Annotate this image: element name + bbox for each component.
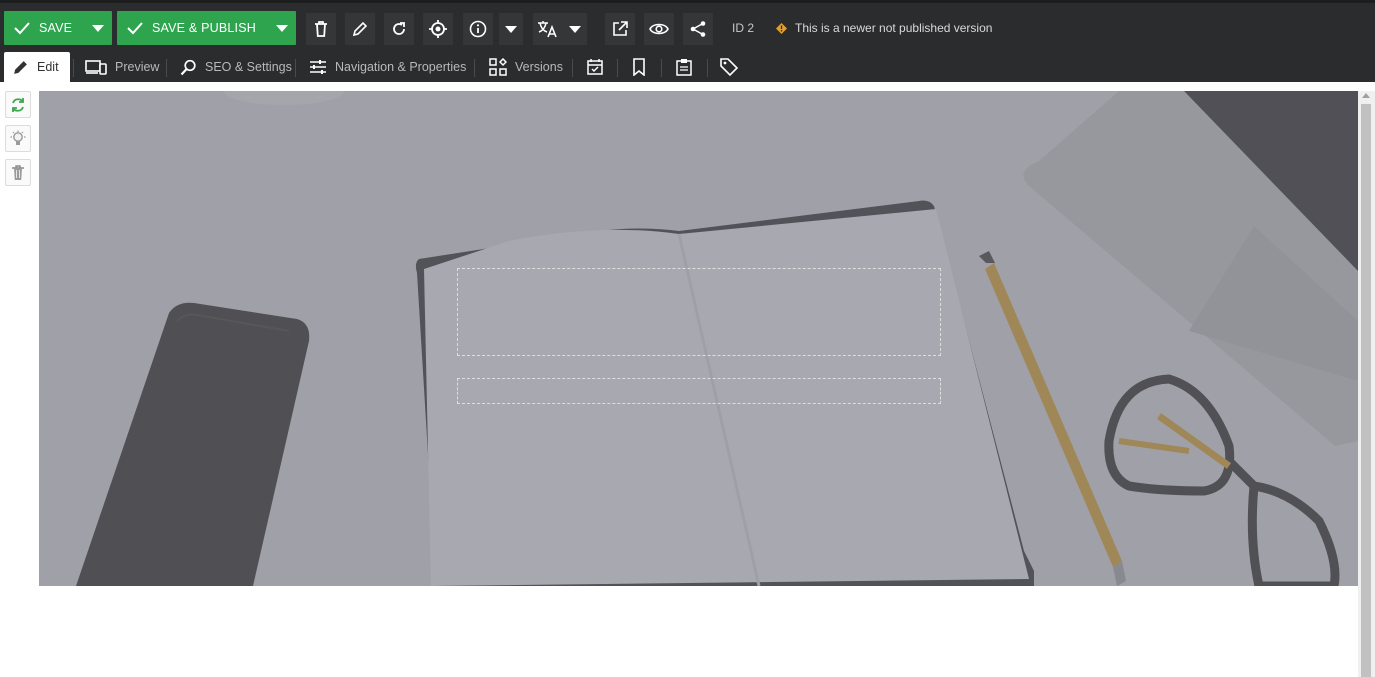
calendar-check-icon bbox=[587, 59, 603, 75]
open-in-new-window-button[interactable] bbox=[605, 13, 635, 45]
tab-preview-label: Preview bbox=[115, 60, 160, 74]
pencil-icon bbox=[352, 21, 368, 37]
version-notice: This is a newer not published version bbox=[776, 21, 992, 35]
tab-divider bbox=[474, 59, 475, 77]
warning-diamond-icon bbox=[776, 22, 787, 34]
pencil-icon bbox=[14, 60, 27, 74]
tab-divider bbox=[73, 59, 74, 77]
external-link-icon bbox=[613, 21, 628, 36]
save-publish-button[interactable]: SAVE & PUBLISH bbox=[117, 11, 268, 45]
refresh-area-button[interactable] bbox=[5, 91, 31, 118]
info-dropdown-button[interactable] bbox=[499, 13, 523, 45]
tab-divider bbox=[707, 59, 708, 77]
tab-notes[interactable] bbox=[668, 52, 708, 82]
editor-tabbar: Edit Preview SEO & Settings Navigation &… bbox=[0, 50, 1375, 82]
tab-edit[interactable]: Edit bbox=[4, 52, 70, 82]
scrollbar-thumb[interactable] bbox=[1361, 104, 1371, 677]
tab-seo-settings[interactable]: SEO & Settings bbox=[172, 52, 300, 82]
refresh-icon bbox=[12, 97, 24, 112]
preview-button[interactable] bbox=[644, 13, 674, 45]
save-dropdown-button[interactable] bbox=[84, 11, 112, 45]
save-publish-button-group: SAVE & PUBLISH bbox=[117, 11, 296, 45]
caret-down-icon bbox=[505, 25, 517, 33]
tab-seo-settings-label: SEO & Settings bbox=[205, 60, 292, 74]
tab-versions-label: Versions bbox=[515, 60, 563, 74]
share-button[interactable] bbox=[683, 13, 713, 45]
caret-down-icon bbox=[276, 24, 288, 32]
scroll-up-arrow-icon[interactable] bbox=[1362, 93, 1370, 98]
version-notice-text: This is a newer not published version bbox=[795, 21, 993, 35]
document-id: ID 2 bbox=[732, 21, 755, 35]
tab-navigation-properties[interactable]: Navigation & Properties bbox=[301, 52, 474, 82]
devices-icon bbox=[85, 60, 107, 75]
caret-down-icon bbox=[569, 25, 581, 33]
main-toolbar: SAVE SAVE & PUBLISH ID 2 This is a newer… bbox=[0, 0, 1375, 50]
share-icon bbox=[690, 21, 706, 37]
clipboard-icon bbox=[676, 59, 692, 76]
trash-icon bbox=[12, 164, 24, 180]
translate-dropdown-button[interactable] bbox=[563, 13, 587, 45]
rename-button[interactable] bbox=[345, 13, 375, 45]
grid-icon bbox=[489, 58, 507, 76]
tab-bookmark[interactable] bbox=[624, 52, 662, 82]
tab-divider bbox=[617, 59, 618, 77]
tab-versions[interactable]: Versions bbox=[481, 52, 571, 82]
save-button-group: SAVE bbox=[4, 11, 113, 45]
tab-divider bbox=[572, 59, 573, 77]
lightbulb-icon bbox=[10, 130, 26, 145]
tab-divider bbox=[295, 59, 296, 77]
translate-icon bbox=[538, 21, 557, 38]
tab-schedule[interactable] bbox=[578, 52, 620, 82]
sliders-icon bbox=[310, 60, 326, 74]
trash-icon bbox=[315, 21, 327, 37]
tab-edit-label: Edit bbox=[37, 60, 59, 74]
caret-down-icon bbox=[92, 24, 105, 32]
save-publish-label: SAVE & PUBLISH bbox=[152, 21, 256, 35]
show-in-tree-button[interactable] bbox=[423, 13, 453, 45]
check-icon bbox=[14, 22, 30, 35]
save-button[interactable]: SAVE bbox=[4, 11, 84, 45]
save-label: SAVE bbox=[39, 21, 73, 35]
translate-button[interactable] bbox=[533, 13, 563, 45]
search-settings-icon bbox=[180, 59, 196, 75]
headline-editable[interactable] bbox=[457, 268, 941, 356]
bookmark-icon bbox=[633, 58, 645, 76]
reload-button[interactable] bbox=[384, 13, 414, 45]
save-publish-dropdown-button[interactable] bbox=[268, 11, 296, 45]
eye-icon bbox=[649, 23, 669, 35]
tab-navigation-properties-label: Navigation & Properties bbox=[335, 60, 467, 74]
delete-button[interactable] bbox=[306, 13, 336, 45]
header-image-area[interactable] bbox=[39, 91, 1358, 586]
clear-area-button[interactable] bbox=[5, 159, 31, 186]
target-icon bbox=[429, 20, 447, 38]
tab-divider bbox=[166, 59, 167, 77]
info-button[interactable] bbox=[463, 13, 493, 45]
info-icon bbox=[469, 20, 487, 38]
tag-icon bbox=[720, 58, 738, 76]
subline-editable[interactable] bbox=[457, 378, 941, 404]
reload-icon bbox=[393, 22, 405, 35]
tab-tags[interactable] bbox=[712, 52, 754, 82]
check-icon bbox=[127, 22, 143, 35]
tab-preview[interactable]: Preview bbox=[77, 52, 167, 82]
tab-divider bbox=[661, 59, 662, 77]
hint-button[interactable] bbox=[5, 125, 31, 152]
